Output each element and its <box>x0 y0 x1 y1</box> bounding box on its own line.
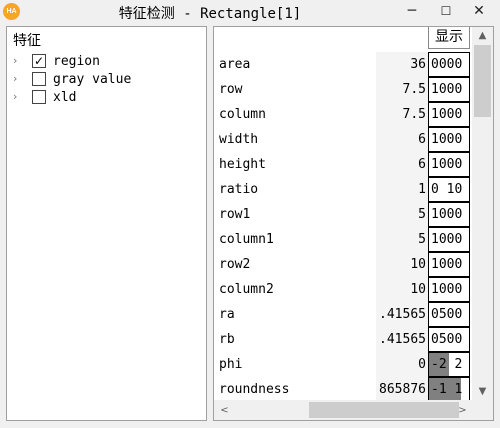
region-checkbox[interactable]: ✓ <box>32 54 46 68</box>
feature-name: row <box>219 82 243 97</box>
feature-value: 0 <box>376 352 428 377</box>
horizontal-scrollbar[interactable]: < > <box>214 400 472 420</box>
show-range-cell[interactable]: 1000 <box>428 102 470 127</box>
feature-value: 7.5 <box>376 77 428 102</box>
feature-values-grid: 显示 area 36 0000 row 7.5 1000 column 7.5 … <box>213 26 494 421</box>
tree-item-gray-value[interactable]: › gray value <box>7 71 202 89</box>
feature-name: ratio <box>219 182 259 197</box>
table-row[interactable]: column1 5 1000 <box>214 227 472 252</box>
show-range-cell[interactable]: 0000 <box>428 52 470 77</box>
feature-value: .41565 <box>376 327 428 352</box>
table-row[interactable]: width 6 1000 <box>214 127 472 152</box>
chevron-right-icon[interactable]: › <box>13 72 23 86</box>
tree-item-label: region <box>53 54 100 69</box>
vertical-scrollbar[interactable]: ▲ ▼ <box>472 27 493 400</box>
table-row[interactable]: row1 5 1000 <box>214 202 472 227</box>
table-row[interactable]: roundness 865876 -1 1 <box>214 377 472 402</box>
chevron-right-icon[interactable]: › <box>13 90 23 104</box>
table-row[interactable]: column 7.5 1000 <box>214 102 472 127</box>
tree-item-label: gray value <box>53 72 132 87</box>
feature-name: phi <box>219 357 243 372</box>
maximize-button[interactable]: ☐ <box>431 0 461 22</box>
feature-name: row2 <box>219 257 251 272</box>
feature-name: ra <box>219 307 235 322</box>
feature-value: 7.5 <box>376 102 428 127</box>
show-range-cell[interactable]: 1000 <box>428 152 470 177</box>
scroll-up-icon[interactable]: ▲ <box>474 27 491 44</box>
show-range-cell[interactable]: 1000 <box>428 127 470 152</box>
tree-item-region[interactable]: › ✓ region <box>7 53 202 71</box>
show-range-cell[interactable]: 1000 <box>428 202 470 227</box>
feature-name: rb <box>219 332 235 347</box>
table-row[interactable]: area 36 0000 <box>214 52 472 77</box>
scroll-left-icon[interactable]: < <box>216 402 233 419</box>
feature-name: roundness <box>219 382 290 397</box>
table-row[interactable]: ratio 1 0 10 <box>214 177 472 202</box>
scroll-right-icon[interactable]: > <box>454 402 471 419</box>
feature-value: 1 <box>376 177 428 202</box>
title-bar: HA 特征检测 - Rectangle[1] ─ ☐ ✕ <box>0 0 500 24</box>
feature-tree-header: 特征 <box>13 33 41 49</box>
show-range-cell[interactable]: 0500 <box>428 327 470 352</box>
feature-value: 6 <box>376 152 428 177</box>
feature-name: column <box>219 107 266 122</box>
scrollbar-corner <box>472 400 493 420</box>
chevron-right-icon[interactable]: › <box>13 54 23 68</box>
feature-value: 5 <box>376 227 428 252</box>
show-range-cell[interactable]: 1000 <box>428 277 470 302</box>
table-row[interactable]: rb .41565 0500 <box>214 327 472 352</box>
feature-value: 10 <box>376 252 428 277</box>
gray-value-checkbox[interactable] <box>32 72 46 86</box>
minimize-button[interactable]: ─ <box>397 0 427 22</box>
table-row[interactable]: ra .41565 0500 <box>214 302 472 327</box>
show-range-cell[interactable]: -2 2 <box>428 352 470 377</box>
tree-item-xld[interactable]: › xld <box>7 89 202 107</box>
close-button[interactable]: ✕ <box>464 0 494 22</box>
show-range-cell[interactable]: -1 1 <box>428 377 470 402</box>
feature-name: row1 <box>219 207 251 222</box>
vertical-scroll-thumb[interactable] <box>474 45 491 117</box>
feature-value: 865876 <box>376 377 428 402</box>
show-column-header: 显示 <box>428 27 470 49</box>
grid-header: 显示 <box>214 27 472 49</box>
window-title: 特征检测 - Rectangle[1] <box>118 6 302 22</box>
feature-name: column1 <box>219 232 274 247</box>
tree-item-label: xld <box>53 90 77 105</box>
feature-name: height <box>219 157 266 172</box>
feature-name: width <box>219 132 259 147</box>
table-row[interactable]: column2 10 1000 <box>214 277 472 302</box>
xld-checkbox[interactable] <box>32 90 46 104</box>
feature-tree-panel: 特征 › ✓ region › gray value › xld <box>6 26 207 421</box>
table-row[interactable]: row 7.5 1000 <box>214 77 472 102</box>
feature-name: area <box>219 57 251 72</box>
horizontal-scroll-thumb[interactable] <box>309 402 459 418</box>
table-row[interactable]: row2 10 1000 <box>214 252 472 277</box>
show-range-cell[interactable]: 0500 <box>428 302 470 327</box>
show-range-cell[interactable]: 1000 <box>428 227 470 252</box>
show-range-cell[interactable]: 0 10 <box>428 177 470 202</box>
show-range-cell[interactable]: 1000 <box>428 252 470 277</box>
feature-value: 6 <box>376 127 428 152</box>
table-row[interactable]: height 6 1000 <box>214 152 472 177</box>
feature-name: column2 <box>219 282 274 297</box>
feature-value: 5 <box>376 202 428 227</box>
table-row[interactable]: phi 0 -2 2 <box>214 352 472 377</box>
show-range-cell[interactable]: 1000 <box>428 77 470 102</box>
feature-value: 36 <box>376 52 428 77</box>
feature-value: .41565 <box>376 302 428 327</box>
scroll-down-icon[interactable]: ▼ <box>474 383 491 400</box>
feature-value: 10 <box>376 277 428 302</box>
